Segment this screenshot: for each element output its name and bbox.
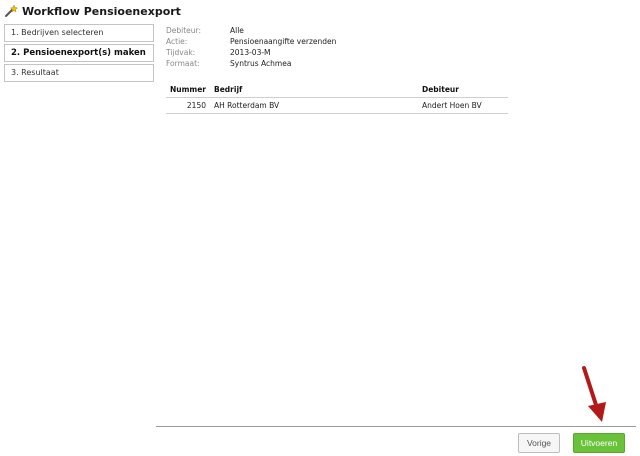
summary-row-formaat: Formaat: Syntrus Achmea [166, 58, 336, 69]
execute-button[interactable]: Uitvoeren [573, 433, 625, 453]
step-bedrijven-selecteren[interactable]: 1. Bedrijven selecteren [4, 24, 154, 42]
summary-label: Formaat: [166, 59, 200, 68]
step-pensioenexport-maken[interactable]: 2. Pensioenexport(s) maken [4, 44, 154, 62]
previous-button[interactable]: Vorige [518, 433, 560, 453]
companies-table: Nummer Bedrijf Debiteur 2150 AH Rotterda… [166, 82, 508, 114]
table-header: Nummer Bedrijf Debiteur [166, 82, 508, 98]
summary-label: Debiteur: [166, 26, 202, 35]
cell-bedrijf: AH Rotterdam BV [214, 101, 280, 110]
cell-debiteur: Andert Hoen BV [422, 101, 482, 110]
wizard-steps: 1. Bedrijven selecteren 2. Pensioenexpor… [4, 24, 154, 84]
summary-value: Alle [230, 26, 244, 35]
column-header-debiteur[interactable]: Debiteur [422, 82, 508, 97]
summary-row-tijdvak: Tijdvak: 2013-03-M [166, 47, 336, 58]
summary-row-debiteur: Debiteur: Alle [166, 25, 336, 36]
column-header-bedrijf[interactable]: Bedrijf [214, 82, 422, 97]
summary-label: Tijdvak: [166, 48, 196, 57]
wand-icon [5, 4, 18, 17]
summary-value: 2013-03-M [230, 48, 271, 57]
page-title: Workflow Pensioenexport [22, 4, 181, 18]
window-title-bar: Workflow Pensioenexport [4, 3, 181, 19]
export-summary: Debiteur: Alle Actie: Pensioenaangifte v… [166, 25, 336, 69]
summary-value: Pensioenaangifte verzenden [230, 37, 337, 46]
step-resultaat[interactable]: 3. Resultaat [4, 64, 154, 82]
column-header-nummer[interactable]: Nummer [166, 82, 214, 97]
red-arrow-annotation [582, 366, 606, 422]
cell-nummer: 2150 [186, 101, 206, 110]
table-row[interactable]: 2150 AH Rotterdam BV Andert Hoen BV [166, 98, 508, 114]
footer-divider [156, 426, 636, 427]
summary-label: Actie: [166, 37, 188, 46]
summary-row-actie: Actie: Pensioenaangifte verzenden [166, 36, 336, 47]
summary-value: Syntrus Achmea [230, 59, 292, 68]
